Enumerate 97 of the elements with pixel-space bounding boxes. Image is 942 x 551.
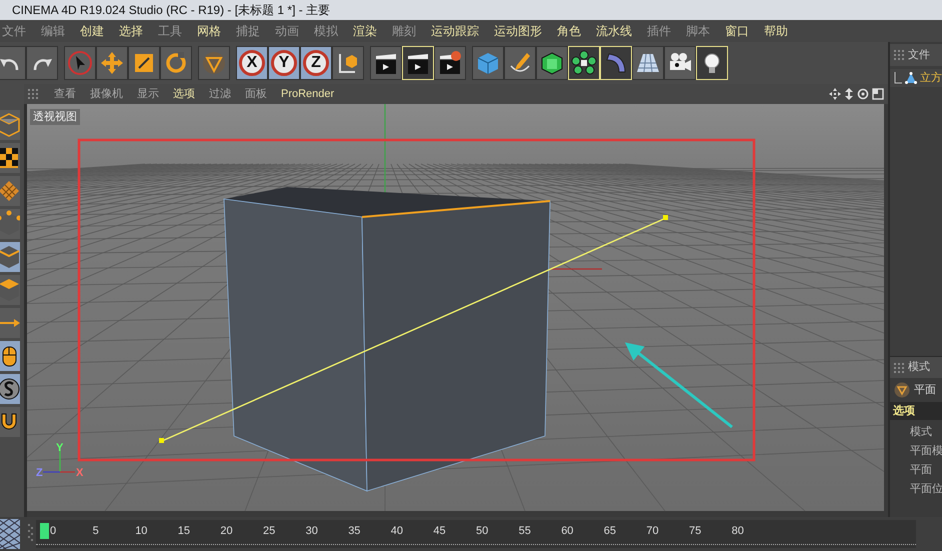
magnet-button[interactable]	[0, 407, 20, 437]
triangle-object-icon	[201, 50, 227, 76]
move-button[interactable]	[96, 46, 128, 80]
arrow-icon	[0, 319, 20, 327]
clapper-gear-button[interactable]	[434, 46, 466, 80]
floor-button[interactable]	[632, 46, 664, 80]
axis-toggle-button[interactable]: Y	[268, 46, 300, 80]
camera-button[interactable]	[664, 46, 696, 80]
frame-number: 50	[476, 524, 488, 539]
triangle-object-button[interactable]	[198, 46, 230, 80]
tree-line-icon	[894, 72, 902, 84]
frame-number: 15	[178, 524, 190, 539]
axis-label: Z	[36, 467, 43, 478]
menu-item[interactable]: 网格	[197, 22, 221, 40]
checker-cube-button[interactable]	[0, 143, 20, 173]
pointer-icon	[67, 50, 93, 76]
polygon-object-icon	[905, 72, 917, 84]
scale-button[interactable]	[128, 46, 160, 80]
menu-item[interactable]: 帮助	[764, 22, 788, 40]
view-menu-item[interactable]: 查看	[54, 86, 76, 102]
pen-button[interactable]	[504, 46, 536, 80]
cloner-button[interactable]	[568, 46, 600, 80]
cube-icon	[475, 50, 501, 76]
frame-number: 60	[561, 524, 574, 539]
grip-icon[interactable]	[28, 89, 40, 99]
window-title: CINEMA 4D R19.024 Studio (RC - R19) - [未标题 1 *] - 主要	[12, 2, 330, 19]
menu-item[interactable]: 创建	[80, 22, 104, 40]
axis-label: Y	[56, 442, 64, 454]
cube-button[interactable]	[472, 46, 504, 80]
pointer-button[interactable]	[64, 46, 96, 80]
clapper-gear-icon	[437, 50, 463, 76]
subdivision-cube-icon	[539, 50, 565, 76]
view-name: 透视视图	[30, 109, 80, 125]
menu-item[interactable]: 流水线	[596, 22, 632, 40]
edges-mode-icon	[0, 243, 20, 271]
coordinate-button[interactable]	[332, 46, 364, 80]
frame-number: 40	[390, 524, 404, 539]
axis-toggle-button[interactable]: X	[236, 46, 268, 80]
frame-number: 35	[348, 524, 360, 539]
view-menu-item[interactable]: 过滤	[209, 86, 231, 102]
field-label: 平面	[910, 463, 933, 478]
grip-icon[interactable]	[894, 362, 904, 372]
menu-item[interactable]: 角色	[557, 22, 581, 40]
frame-number: 70	[646, 524, 659, 539]
view-menu-item[interactable]: 面板	[245, 86, 267, 102]
field-label: 模式	[910, 425, 933, 440]
model-cube-icon	[0, 111, 20, 139]
move-view-icon[interactable]	[829, 88, 841, 100]
menu-item[interactable]: 选择	[119, 22, 143, 40]
frame-number: 5	[92, 524, 99, 539]
grip-icon[interactable]	[28, 524, 34, 544]
bend-shape-button[interactable]	[600, 46, 632, 80]
menu-item[interactable]: 运动跟踪	[431, 22, 479, 40]
rotate-view-icon[interactable]	[857, 88, 869, 100]
frame-number: 45	[433, 524, 446, 539]
frame-number: 0	[50, 524, 56, 539]
subdivision-cube-button[interactable]	[536, 46, 568, 80]
edges-mode-button[interactable]	[0, 242, 20, 272]
attribute-tab[interactable]: 选项	[890, 402, 942, 420]
frame-number: 80	[732, 524, 744, 539]
rotate-button[interactable]	[160, 46, 192, 80]
s-button[interactable]	[0, 374, 20, 404]
redo-button[interactable]	[26, 46, 58, 80]
view-menu-item[interactable]: 显示	[137, 86, 159, 102]
clapper-button[interactable]	[370, 46, 402, 80]
menu-item[interactable]: 运动图形	[494, 22, 542, 40]
grid-icon[interactable]	[0, 519, 20, 549]
menu-item[interactable]: 模拟	[314, 22, 338, 40]
window-icon[interactable]	[872, 88, 884, 100]
mouse-button[interactable]	[0, 341, 20, 371]
zoom-view-icon[interactable]	[844, 88, 854, 100]
frame-number: 55	[518, 524, 531, 539]
move-icon	[99, 50, 125, 76]
object-name: 平面	[914, 382, 936, 398]
grip-icon[interactable]	[894, 50, 904, 60]
axis-label: X	[76, 467, 84, 478]
frame-number: 20	[220, 524, 233, 539]
view-menu-item[interactable]: ProRender	[281, 86, 334, 102]
frame-number: 10	[135, 524, 148, 539]
light-bulb-button[interactable]	[696, 46, 728, 80]
model-cube-button[interactable]	[0, 110, 20, 140]
view-menu-item[interactable]: 摄像机	[90, 86, 123, 102]
polygons-mode-button[interactable]	[0, 275, 20, 305]
frame-number: 65	[604, 524, 616, 539]
axis-toggle-button[interactable]: Z	[300, 46, 332, 80]
cloner-icon	[571, 50, 597, 76]
deformer-icon	[894, 382, 910, 398]
frame-number: 75	[689, 524, 702, 539]
menu-item[interactable]: 渲染	[353, 22, 377, 40]
timeline-ruler[interactable]: 0 5 10 15 20 25 30 35 40 45 50 55 60 65 70 75 80	[36, 520, 916, 548]
frame-number: 25	[263, 524, 276, 539]
view-menu-item[interactable]: 选项	[173, 86, 195, 102]
points-mode-button[interactable]	[0, 209, 20, 239]
playhead-marker[interactable]	[40, 523, 49, 539]
frame-number: 30	[306, 524, 318, 539]
undo-button[interactable]	[0, 46, 26, 80]
menu-item[interactable]: 窗口	[725, 22, 749, 40]
